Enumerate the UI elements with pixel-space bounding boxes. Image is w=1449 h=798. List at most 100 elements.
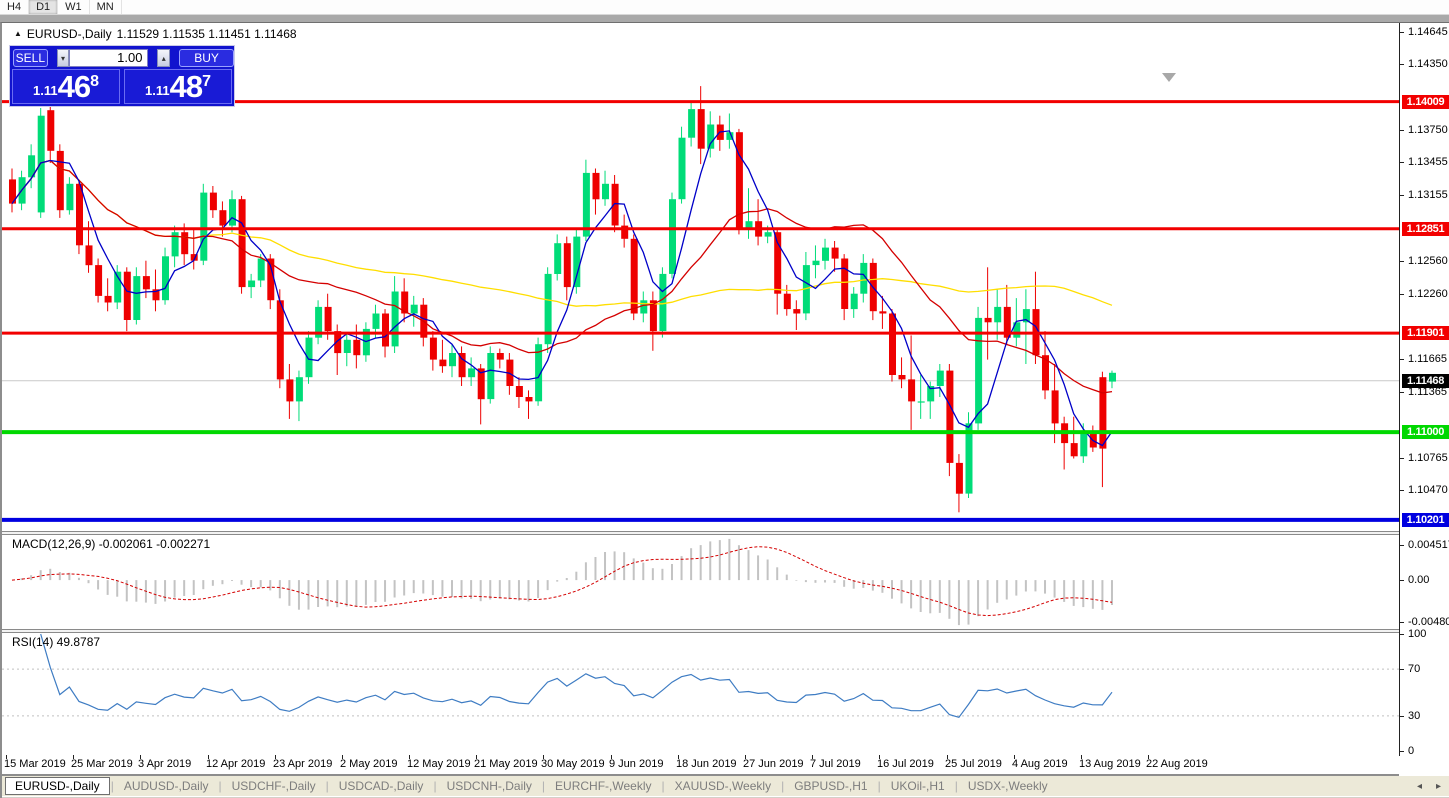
buy-price-big: 48 — [170, 73, 202, 101]
sell-button[interactable]: SELL — [13, 49, 48, 67]
date-axis: 15 Mar 2019 25 Mar 2019 3 Apr 2019 12 Apr 2… — [2, 756, 1449, 774]
axis-tick-label: 1.10470 — [1408, 484, 1448, 496]
date-tick-label: 2 May 2019 — [340, 758, 397, 770]
buy-price-display[interactable]: 1.11487 — [124, 69, 232, 104]
hline-price-chip: 1.12851 — [1402, 222, 1449, 236]
macd-panel-canvas[interactable] — [2, 535, 1399, 629]
axis-tick-label: 1.12260 — [1408, 288, 1448, 300]
tab-eurchf-weekly[interactable]: EURCHF-,Weekly — [546, 778, 660, 794]
date-tick-label: 18 Jun 2019 — [676, 758, 737, 770]
tab-usdcnh-daily[interactable]: USDCNH-,Daily — [438, 778, 541, 794]
axis-tick — [1400, 545, 1404, 546]
axis-tick-label: 1.14350 — [1408, 58, 1448, 70]
tab-usdcad-daily[interactable]: USDCAD-,Daily — [330, 778, 433, 794]
date-tick-label: 13 Aug 2019 — [1079, 758, 1141, 770]
sell-price-prefix: 1.11 — [33, 81, 58, 101]
volume-input[interactable]: 1.00 — [69, 49, 148, 67]
macd-tick-label: -0.004806 — [1408, 616, 1449, 628]
chart-ohlc-values: 1.11529 1.11535 1.11451 1.11468 — [117, 27, 297, 41]
sell-price-sup: 8 — [90, 73, 99, 91]
macd-tick-label: 0.004517 — [1408, 539, 1449, 551]
axis-tick — [1400, 359, 1404, 360]
timeframe-button-h4[interactable]: H4 — [0, 0, 29, 14]
date-tick-label: 16 Jul 2019 — [877, 758, 934, 770]
date-tick-label: 27 Jun 2019 — [743, 758, 804, 770]
spin-down-icon: ▾ — [61, 54, 65, 63]
timeframe-toolbar: H4D1W1MN — [0, 0, 1449, 15]
axis-tick-label: 1.13455 — [1408, 156, 1448, 168]
date-tick-label: 22 Aug 2019 — [1146, 758, 1208, 770]
trade-panel-controls: SELL ▾ 1.00 ▴ BUY — [10, 48, 234, 68]
tab-ukoil-h1[interactable]: UKOil-,H1 — [882, 778, 954, 794]
date-tick-label: 25 Jul 2019 — [945, 758, 1002, 770]
tab-usdchf-daily[interactable]: USDCHF-,Daily — [223, 778, 325, 794]
axis-tick-label: 1.14645 — [1408, 26, 1448, 38]
axis-tick — [1400, 130, 1404, 131]
collapse-panel-icon[interactable]: ▲ — [14, 29, 22, 39]
chart-title: ▲ EURUSD-,Daily 1.11529 1.11535 1.11451 … — [14, 27, 297, 41]
tab-usdx-weekly[interactable]: USDX-,Weekly — [959, 778, 1057, 794]
axis-tick — [1400, 32, 1404, 33]
one-click-trade-panel: SELL ▾ 1.00 ▴ BUY 1.11468 1.11487 — [10, 46, 234, 106]
sell-price-display[interactable]: 1.11468 — [12, 69, 120, 104]
scroll-tabs-right-icon[interactable]: ▸ — [1436, 781, 1441, 792]
axis-tick — [1400, 64, 1404, 65]
buy-price-prefix: 1.11 — [145, 81, 170, 101]
timeframe-button-mn[interactable]: MN — [90, 0, 122, 14]
axis-tick — [1400, 162, 1404, 163]
trade-panel-prices: 1.11468 1.11487 — [10, 69, 234, 104]
chart-shift-marker-icon[interactable] — [1162, 73, 1176, 82]
axis-tick-label: 1.13155 — [1408, 189, 1448, 201]
hline-price-chip: 1.11901 — [1402, 326, 1449, 340]
date-tick-label: 15 Mar 2019 — [4, 758, 66, 770]
hline-price-chip: 1.10201 — [1402, 513, 1449, 527]
axis-tick — [1400, 490, 1404, 491]
rsi-tick-label: 0 — [1408, 745, 1414, 757]
axis-border-line — [1399, 23, 1400, 756]
rsi-indicator-label: RSI(14) 49.8787 — [12, 635, 100, 649]
date-tick-label: 21 May 2019 — [474, 758, 538, 770]
rsi-tick-label: 100 — [1408, 628, 1426, 640]
date-tick-label: 9 Jun 2019 — [609, 758, 663, 770]
date-tick-label: 3 Apr 2019 — [138, 758, 191, 770]
tab-eurusd-daily[interactable]: EURUSD-,Daily — [5, 777, 110, 795]
hline-price-chip: 1.11000 — [1402, 425, 1449, 439]
hline-price-chip: 1.14009 — [1402, 95, 1449, 109]
axis-tick — [1400, 669, 1404, 670]
current-price-chip: 1.11468 — [1402, 374, 1449, 388]
axis-tick-label: 1.12560 — [1408, 255, 1448, 267]
spin-up-icon: ▴ — [162, 54, 166, 63]
axis-tick-label: 1.11665 — [1408, 353, 1447, 365]
tab-gbpusd-h1[interactable]: GBPUSD-,H1 — [785, 778, 876, 794]
tab-scroll-controls: ◂▸ — [1417, 781, 1441, 792]
trading-terminal: H4D1W1MN ▲ EURUSD-,Daily 1.11529 1.11535… — [0, 0, 1449, 798]
axis-tick-label: 1.10765 — [1408, 452, 1448, 464]
axis-tick — [1400, 716, 1404, 717]
scroll-tabs-left-icon[interactable]: ◂ — [1417, 781, 1422, 792]
axis-tick — [1400, 294, 1404, 295]
timeframe-button-w1[interactable]: W1 — [58, 0, 90, 14]
date-tick-label: 30 May 2019 — [541, 758, 605, 770]
date-tick-label: 12 May 2019 — [407, 758, 471, 770]
volume-decrease-button[interactable]: ▾ — [57, 49, 70, 67]
date-tick-label: 7 Jul 2019 — [810, 758, 861, 770]
axis-tick — [1400, 392, 1404, 393]
date-tick-label: 23 Apr 2019 — [273, 758, 332, 770]
buy-button[interactable]: BUY — [179, 49, 234, 67]
axis-tick-label: 1.13750 — [1408, 124, 1448, 136]
rsi-panel-canvas[interactable] — [2, 633, 1399, 756]
rsi-tick-label: 70 — [1408, 663, 1420, 675]
date-tick-label: 25 Mar 2019 — [71, 758, 133, 770]
tab-xauusd-weekly[interactable]: XAUUSD-,Weekly — [666, 778, 780, 794]
symbol-tab-bar: EURUSD-,Daily|AUDUSD-,Daily|USDCHF-,Dail… — [2, 776, 1449, 796]
macd-tick-label: 0.00 — [1408, 574, 1429, 586]
axis-tick — [1400, 751, 1404, 752]
axis-tick — [1400, 195, 1404, 196]
date-tick-label: 12 Apr 2019 — [206, 758, 265, 770]
tab-audusd-daily[interactable]: AUDUSD-,Daily — [115, 778, 218, 794]
volume-increase-button[interactable]: ▴ — [157, 49, 170, 67]
timeframe-button-d1[interactable]: D1 — [29, 0, 58, 14]
axis-tick — [1400, 261, 1404, 262]
axis-tick — [1400, 622, 1404, 623]
rsi-tick-label: 30 — [1408, 710, 1420, 722]
